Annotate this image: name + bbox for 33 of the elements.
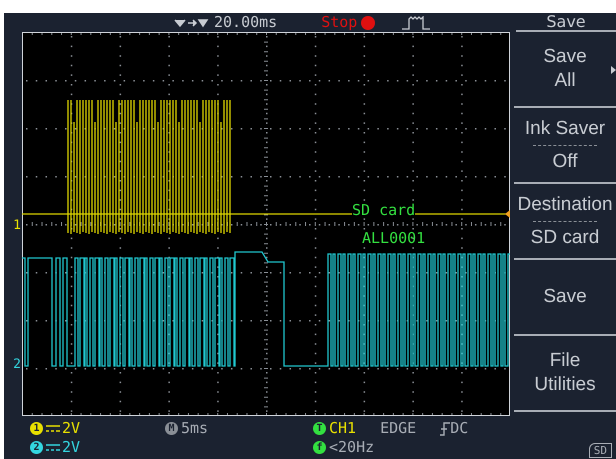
- menu-button[interactable]: Save: [514, 260, 616, 336]
- menu-button[interactable]: Save All: [514, 32, 616, 108]
- dc-coupling-icon: [46, 424, 60, 432]
- timebase-scale: 5ms: [181, 419, 208, 438]
- sd-card-indicator: SD: [588, 443, 612, 458]
- timebase-position-icon: [174, 18, 210, 28]
- trigger-level-icon: [505, 210, 510, 218]
- trigger-frequency: <20Hz: [329, 438, 374, 457]
- dc-coupling-icon: [46, 444, 60, 452]
- badge-icon: f: [313, 441, 326, 454]
- submenu-arrow-icon: [611, 66, 616, 74]
- badge-icon: 1: [30, 422, 43, 435]
- rising-edge-icon: [440, 422, 450, 436]
- vertical-scale: 2V: [62, 438, 80, 457]
- trigger-type: EDGE: [380, 419, 416, 438]
- menu-button[interactable]: File Utilities: [514, 336, 616, 412]
- menu-button[interactable]: Ink Saver Off: [514, 108, 616, 184]
- channel-marker: 1: [13, 217, 21, 235]
- storage-label: SD card: [352, 202, 416, 218]
- trigger-edge-icon: [401, 16, 432, 30]
- trigger-source: CH1: [329, 419, 356, 438]
- menu-button[interactable]: Destination SD card: [514, 184, 616, 260]
- trigger-position: 20.00ms: [214, 12, 278, 34]
- file-name: ALL0001: [362, 230, 426, 246]
- stop-indicator-icon: [361, 16, 376, 30]
- trigger-coupling: DC: [450, 419, 468, 438]
- run-state: Stop: [321, 12, 358, 34]
- badge-icon: T: [313, 422, 326, 435]
- badge-icon: 2: [30, 441, 43, 454]
- vertical-scale: 2V: [62, 419, 80, 438]
- menu-title: Save: [546, 13, 586, 30]
- channel-marker: 2: [13, 356, 21, 374]
- badge-icon: M: [165, 422, 178, 435]
